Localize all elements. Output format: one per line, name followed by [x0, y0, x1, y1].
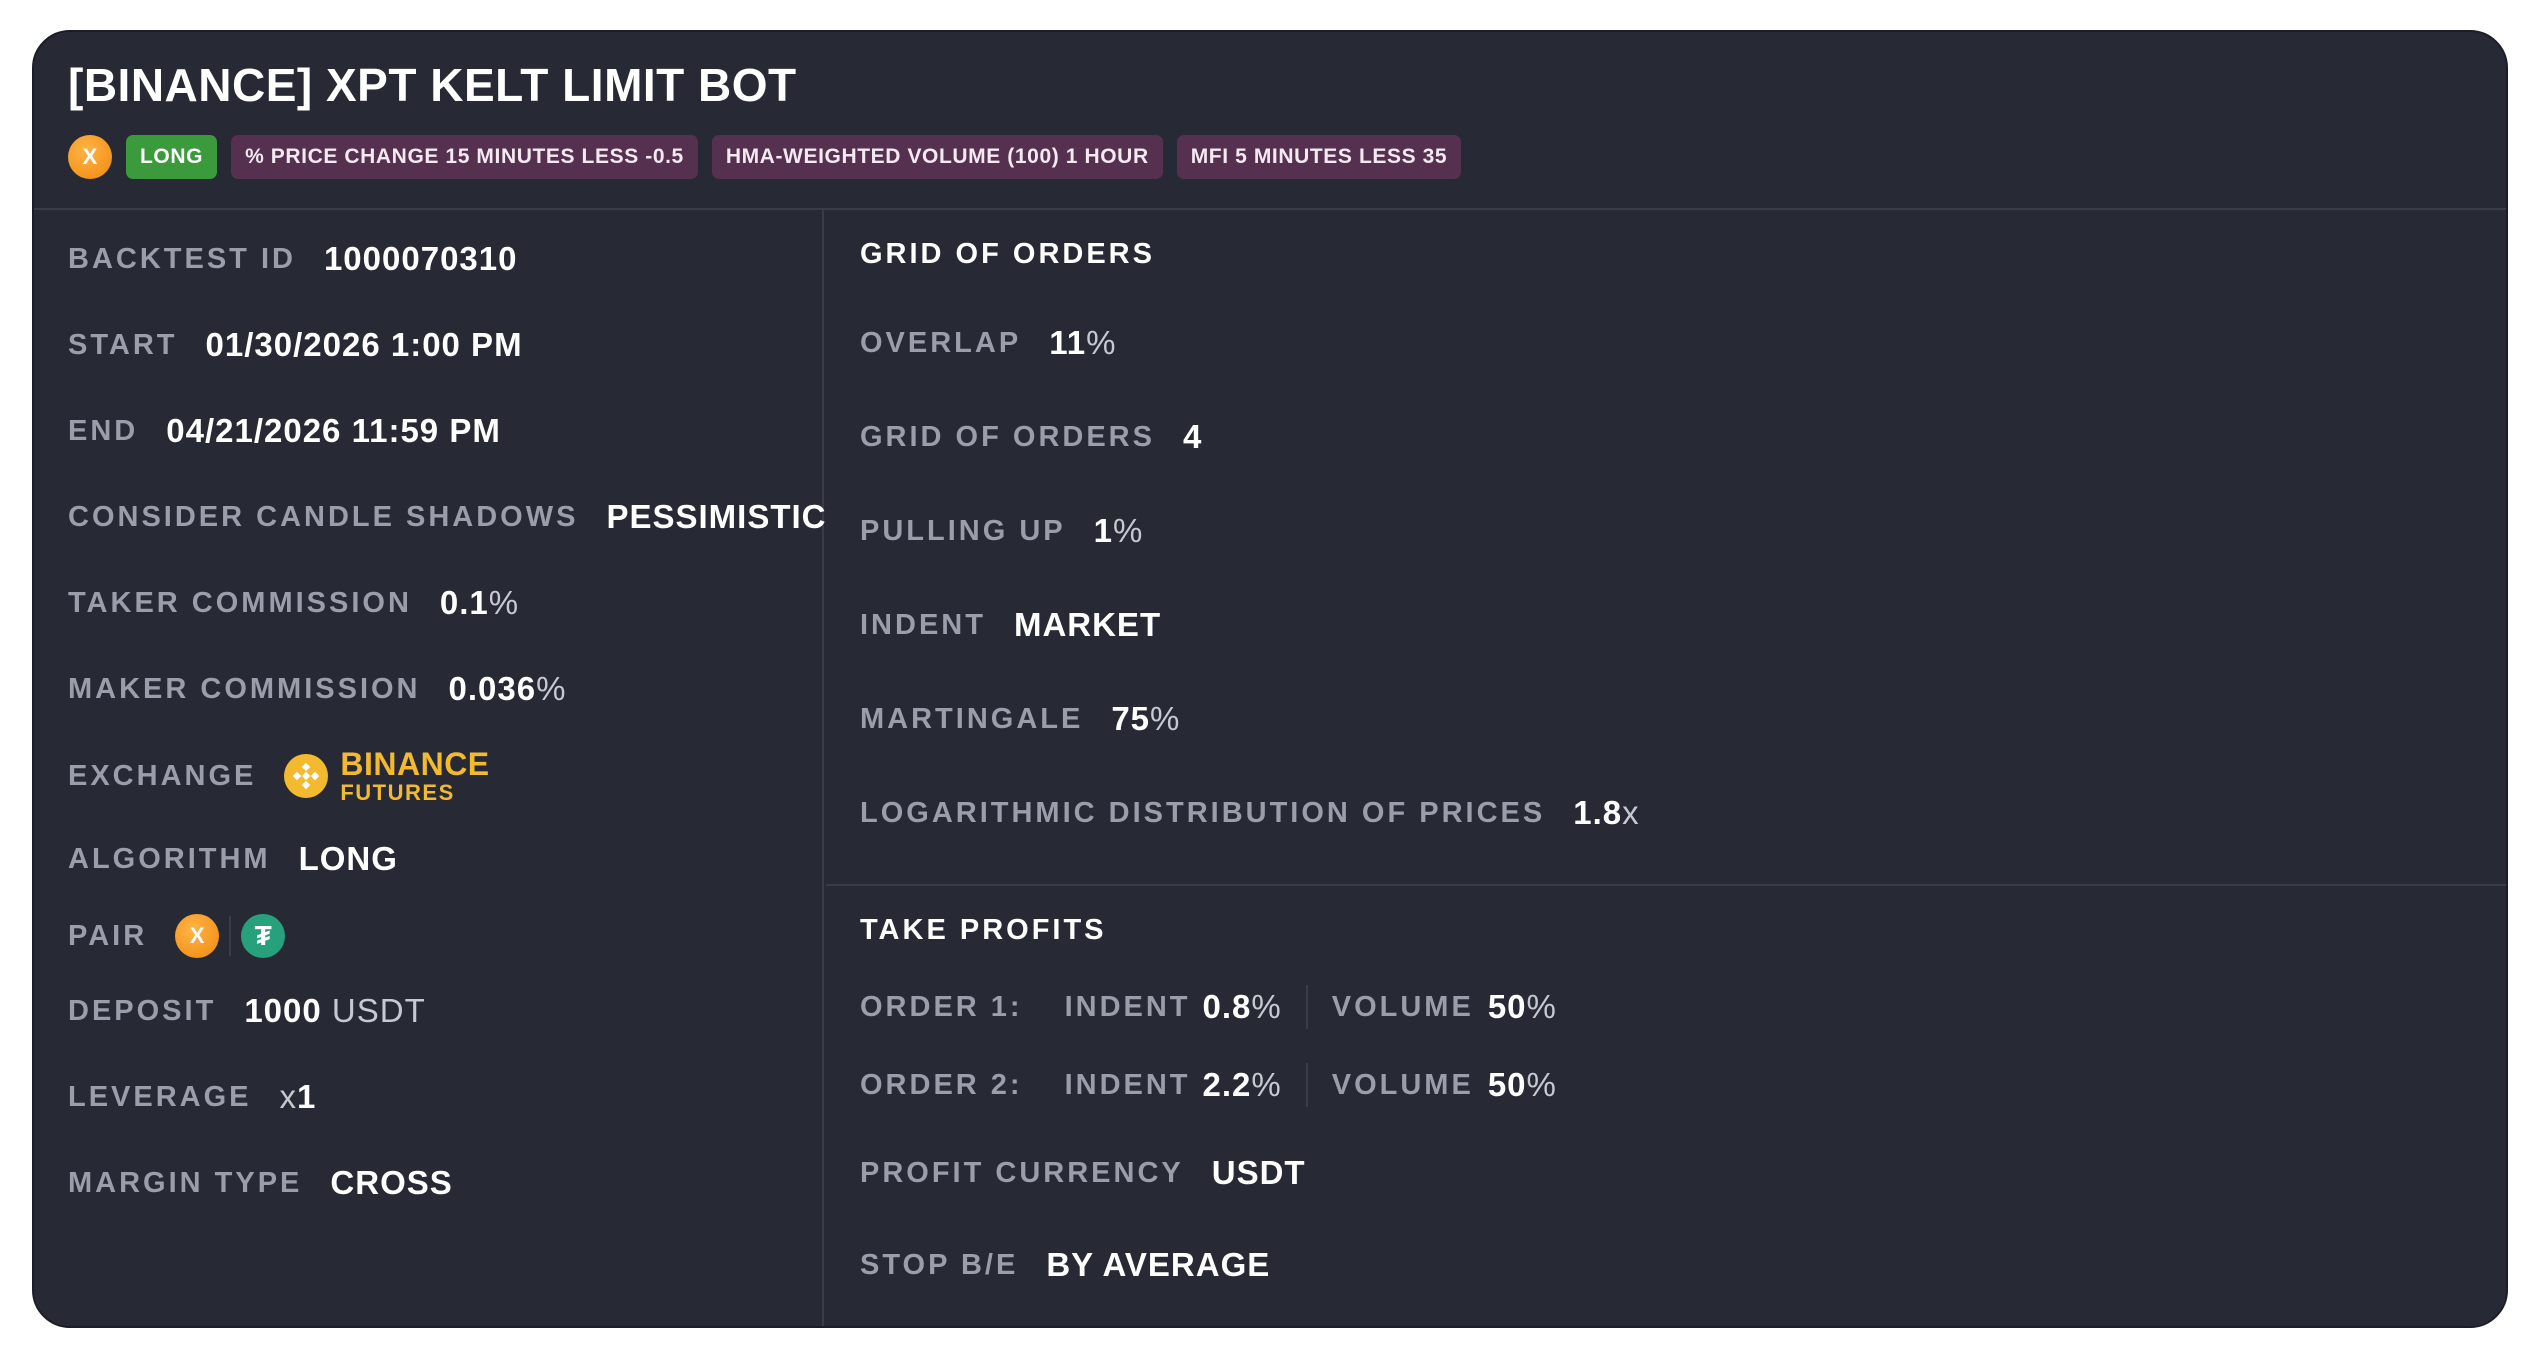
maker-commission-label: MAKER COMMISSION	[68, 672, 421, 705]
coin-icon: X	[68, 135, 112, 179]
indent-row: INDENT MARKET	[860, 602, 1161, 648]
card-header: [BINANCE] XPT KELT LIMIT BOT X LONG % PR…	[34, 32, 2506, 210]
start-label: START	[68, 328, 178, 361]
end-row: END 04/21/2026 11:59 PM	[68, 408, 501, 454]
section-divider	[826, 884, 2506, 886]
tp-order-row: ORDER 2: INDENT 2.2% VOLUME 50%	[860, 1062, 1557, 1108]
tp-order-label: ORDER 2:	[860, 1068, 1023, 1101]
tp-indent-label: INDENT	[1064, 990, 1191, 1023]
backtest-id-value: 1000070310	[323, 240, 518, 277]
tp-order-row: ORDER 1: INDENT 0.8% VOLUME 50%	[860, 984, 1557, 1030]
overlap-value: 11%	[1049, 324, 1117, 361]
tp-volume-value: 50%	[1487, 1066, 1557, 1103]
base-coin-icon: X	[175, 914, 220, 958]
end-value: 04/21/2026 11:59 PM	[166, 412, 501, 449]
indent-label: INDENT	[860, 608, 986, 641]
start-value: 01/30/2026 1:00 PM	[205, 326, 523, 363]
stop-be-row: STOP B/E BY AVERAGE	[860, 1242, 1270, 1288]
grid-orders-value: 4	[1182, 418, 1203, 455]
tp-order-label: ORDER 1:	[860, 990, 1023, 1023]
margin-type-row: MARGIN TYPE CROSS	[68, 1160, 453, 1206]
log-distribution-label: LOGARITHMIC DISTRIBUTION OF PRICES	[860, 796, 1546, 829]
tp-separator	[1305, 1063, 1308, 1107]
tp-section-header: TAKE PROFITS	[860, 910, 1107, 950]
pulling-up-label: PULLING UP	[860, 514, 1066, 547]
candle-shadows-value: PESSIMISTIC	[606, 498, 827, 535]
grid-orders-row: GRID OF ORDERS 4	[860, 414, 1202, 460]
deposit-row: DEPOSIT 1000 USDT	[68, 988, 426, 1034]
martingale-label: MARTINGALE	[860, 702, 1084, 735]
pair-icons: X ₮	[175, 914, 286, 958]
candle-shadows-row: CONSIDER CANDLE SHADOWS PESSIMISTIC	[68, 494, 827, 540]
pair-row: PAIR X ₮	[68, 912, 286, 960]
grid-orders-label: GRID OF ORDERS	[860, 420, 1155, 453]
log-distribution-value: 1.8x	[1573, 794, 1640, 831]
taker-commission-value: 0.1%	[439, 584, 520, 621]
tp-indent-value: 2.2%	[1202, 1066, 1282, 1103]
indent-value: MARKET	[1013, 606, 1162, 643]
bot-title: [BINANCE] XPT KELT LIMIT BOT	[68, 59, 797, 111]
exchange-name: BINANCE FUTURES	[340, 748, 489, 804]
overlap-label: OVERLAP	[860, 326, 1022, 359]
tag-list: X LONG % PRICE CHANGE 15 MINUTES LESS -0…	[68, 135, 1462, 179]
leverage-row: LEVERAGE x1	[68, 1074, 316, 1120]
grid-section-header: GRID OF ORDERS	[860, 234, 1155, 274]
pair-separator	[229, 916, 232, 956]
tag-hma-volume: HMA-WEIGHTED VOLUME (100) 1 HOUR	[711, 135, 1163, 179]
binance-icon	[284, 754, 329, 798]
tp-section-title: TAKE PROFITS	[860, 913, 1107, 946]
pulling-up-value: 1%	[1093, 512, 1144, 549]
start-row: START 01/30/2026 1:00 PM	[68, 322, 523, 368]
settings-column: GRID OF ORDERS OVERLAP 11% GRID OF ORDER…	[826, 210, 2506, 1326]
grid-section-title: GRID OF ORDERS	[860, 237, 1155, 270]
backtest-card: [BINANCE] XPT KELT LIMIT BOT X LONG % PR…	[32, 30, 2508, 1328]
margin-type-label: MARGIN TYPE	[68, 1166, 303, 1199]
tether-icon: ₮	[241, 914, 286, 958]
backtest-id-label: BACKTEST ID	[68, 242, 296, 275]
maker-commission-value: 0.036%	[448, 670, 567, 707]
leverage-value: x1	[279, 1078, 317, 1115]
exchange-row: EXCHANGE BINANCE FUTURES	[68, 748, 490, 804]
tag-long: LONG	[126, 135, 218, 179]
stop-be-value: BY AVERAGE	[1046, 1246, 1271, 1283]
maker-commission-row: MAKER COMMISSION 0.036%	[68, 666, 566, 712]
end-label: END	[68, 414, 139, 447]
stop-be-label: STOP B/E	[860, 1248, 1019, 1281]
exchange-label: EXCHANGE	[68, 759, 257, 792]
taker-commission-row: TAKER COMMISSION 0.1%	[68, 580, 519, 626]
martingale-row: MARTINGALE 75%	[860, 696, 1180, 742]
details-column: BACKTEST ID 1000070310 START 01/30/2026 …	[34, 210, 827, 1326]
martingale-value: 75%	[1111, 700, 1181, 737]
tp-volume-label: VOLUME	[1331, 1068, 1474, 1101]
taker-commission-label: TAKER COMMISSION	[68, 586, 412, 619]
tag-mfi: MFI 5 MINUTES LESS 35	[1176, 135, 1462, 179]
profit-currency-value: USDT	[1211, 1154, 1306, 1191]
tp-separator	[1305, 985, 1308, 1029]
profit-currency-row: PROFIT CURRENCY USDT	[860, 1150, 1306, 1196]
overlap-row: OVERLAP 11%	[860, 320, 1116, 366]
algorithm-value: LONG	[298, 840, 398, 877]
tp-volume-label: VOLUME	[1331, 990, 1474, 1023]
tp-indent-label: INDENT	[1064, 1068, 1191, 1101]
deposit-label: DEPOSIT	[68, 994, 217, 1027]
algorithm-label: ALGORITHM	[68, 842, 271, 875]
log-distribution-row: LOGARITHMIC DISTRIBUTION OF PRICES 1.8x	[860, 790, 1640, 836]
candle-shadows-label: CONSIDER CANDLE SHADOWS	[68, 500, 579, 533]
exchange-name-main: BINANCE	[340, 746, 490, 782]
pair-label: PAIR	[68, 919, 148, 952]
exchange-name-sub: FUTURES	[340, 780, 455, 805]
profit-currency-label: PROFIT CURRENCY	[860, 1156, 1184, 1189]
backtest-id-row: BACKTEST ID 1000070310	[68, 236, 517, 282]
leverage-label: LEVERAGE	[68, 1080, 252, 1113]
margin-type-value: CROSS	[330, 1164, 453, 1201]
algorithm-row: ALGORITHM LONG	[68, 836, 398, 882]
tag-price-change: % PRICE CHANGE 15 MINUTES LESS -0.5	[231, 135, 698, 179]
pulling-up-row: PULLING UP 1%	[860, 508, 1143, 554]
tp-indent-value: 0.8%	[1202, 988, 1282, 1025]
tp-volume-value: 50%	[1487, 988, 1557, 1025]
deposit-value: 1000 USDT	[244, 992, 426, 1029]
